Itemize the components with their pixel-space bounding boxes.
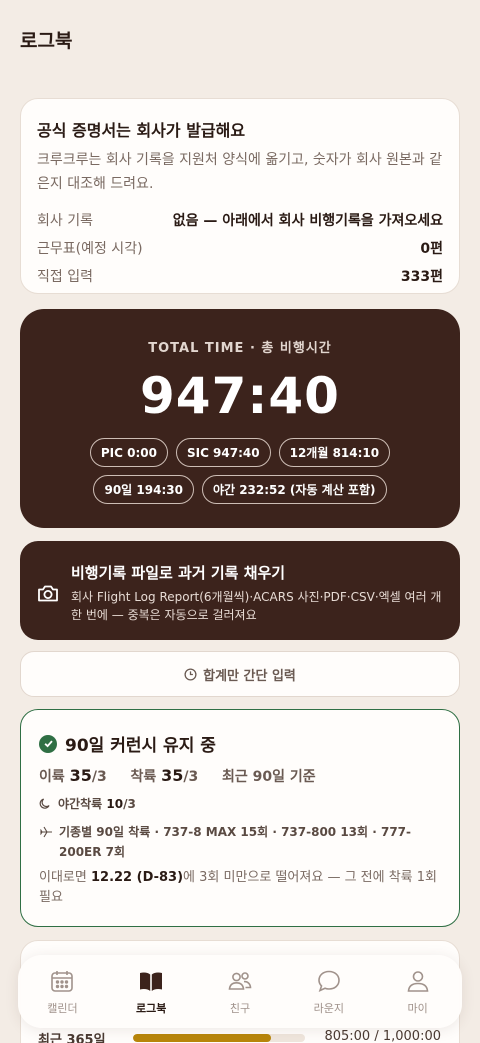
record-row-company: 회사 기록 없음 — 아래에서 회사 비행기록을 가져오세요: [37, 206, 443, 234]
nav-label: 친구: [229, 1001, 251, 1015]
book-icon: [140, 972, 163, 991]
nav-item-friends[interactable]: 친구: [204, 968, 276, 1016]
chip-90-days: 90일 194:30: [93, 475, 194, 504]
nav-label: 마이: [407, 1001, 428, 1015]
calendar-icon: [51, 970, 74, 992]
currency-title: 90일 커런시 유지 중: [65, 736, 216, 756]
page-title: 로그북: [20, 30, 73, 52]
clock-icon: [184, 667, 197, 681]
yearly-label: 최근 365일: [38, 1033, 106, 1043]
takeoff-required: /3: [91, 769, 107, 785]
record-row-manual: 직접 입력 333편: [37, 262, 443, 290]
total-chips-row-2: 90일 194:30 야간 232:52 (자동 계산 포함): [0, 475, 480, 504]
row-label: 직접 입력: [37, 269, 93, 285]
certificate-card: 공식 증명서는 회사가 발급해요 크루크루는 회사 기록을 지원처 양식에 옮기…: [20, 98, 460, 294]
row-value: 0편: [420, 241, 443, 257]
airplane-icon: [40, 826, 52, 838]
yearly-value: 805:00 / 1,000:00: [324, 1029, 441, 1043]
quick-entry-label: 합계만 간단 입력: [203, 668, 296, 684]
import-description: 회사 Flight Log Report(6개월씩)·ACARS 사진·PDF·…: [71, 590, 442, 622]
bottom-nav: 캘린더 로그북 친구 라운지 마이: [18, 955, 462, 1028]
landing-required: /3: [183, 769, 199, 785]
record-row-roster: 근무표(예정 시각) 0편: [37, 234, 443, 262]
moon-icon: [39, 798, 50, 809]
row-value: 없음 — 아래에서 회사 비행기록을 가져오세요: [172, 213, 443, 229]
chat-bubble-icon: [317, 970, 340, 992]
chip-night: 야간 232:52 (자동 계산 포함): [201, 475, 387, 504]
landing-by-type-text: 기종별 90일 착륙 · 737-8 MAX 15회 · 737-800 13회…: [59, 825, 412, 859]
certificate-title: 공식 증명서는 회사가 발급해요: [37, 121, 246, 140]
row-label: 회사 기록: [37, 213, 93, 229]
chip-pic: PIC 0:00: [89, 438, 168, 467]
night-landing-row: 야간착륙 10/3: [39, 795, 136, 812]
import-logbook-banner[interactable]: 비행기록 파일로 과거 기록 채우기 회사 Flight Log Report(…: [20, 541, 460, 640]
nav-item-calendar[interactable]: 캘린더: [26, 968, 98, 1016]
nav-label: 캘린더: [47, 1001, 78, 1015]
import-title: 비행기록 파일로 과거 기록 채우기: [71, 564, 286, 582]
currency-card: 90일 커런시 유지 중 이륙 35/3 착륙 35/3 최근 90일 기준 야…: [20, 709, 460, 927]
person-icon: [407, 970, 428, 992]
takeoff-label: 이륙: [39, 769, 65, 785]
total-chips-row-1: PIC 0:00 SIC 947:40 12개월 814:10: [0, 438, 480, 467]
currency-takeoff-landing: 이륙 35/3 착륙 35/3 최근 90일 기준: [39, 766, 316, 786]
camera-icon: [38, 585, 58, 602]
nav-item-my[interactable]: 마이: [382, 968, 454, 1016]
yearly-progress-fill: [133, 1034, 272, 1042]
check-circle-icon: [39, 734, 57, 753]
currency-header: 90일 커런시 유지 중: [39, 731, 216, 756]
currency-note: 이대로면 12.22 (D-83)에 3회 미만으로 떨어져요 — 그 전에 착…: [39, 868, 439, 908]
friends-icon: [228, 971, 252, 990]
nav-label: 라운지: [313, 1001, 344, 1015]
chip-sic: SIC 947:40: [175, 438, 271, 467]
currency-basis: 최근 90일 기준: [222, 769, 316, 785]
quick-total-entry-button[interactable]: 합계만 간단 입력: [20, 651, 460, 697]
chip-12-months: 12개월 814:10: [278, 438, 391, 467]
landing-label: 착륙: [130, 769, 157, 785]
nav-item-logbook[interactable]: 로그북: [115, 968, 187, 1016]
takeoff-value: 35: [69, 766, 92, 785]
row-label: 근무표(예정 시각): [37, 241, 143, 257]
night-required: /3: [123, 797, 136, 811]
nav-item-lounge[interactable]: 라운지: [293, 968, 365, 1016]
nav-label: 로그북: [136, 1001, 167, 1015]
note-date: 12.22 (D-83): [90, 870, 184, 885]
night-label: 야간착륙: [58, 797, 103, 811]
landing-value: 35: [161, 766, 184, 785]
night-value: 10: [106, 797, 124, 811]
yearly-progress-bar: [133, 1034, 305, 1042]
landing-by-type-row: 기종별 90일 착륙 · 737-8 MAX 15회 · 737-800 13회…: [39, 822, 439, 862]
row-value: 333편: [400, 269, 443, 285]
total-time-value: 947:40: [140, 367, 340, 425]
certificate-description: 크루크루는 회사 기록을 지원처 양식에 옮기고, 숫자가 회사 원본과 같은지…: [37, 152, 443, 192]
total-time-label: TOTAL TIME · 총 비행시간: [148, 341, 332, 356]
note-prefix: 이대로면: [39, 870, 91, 885]
